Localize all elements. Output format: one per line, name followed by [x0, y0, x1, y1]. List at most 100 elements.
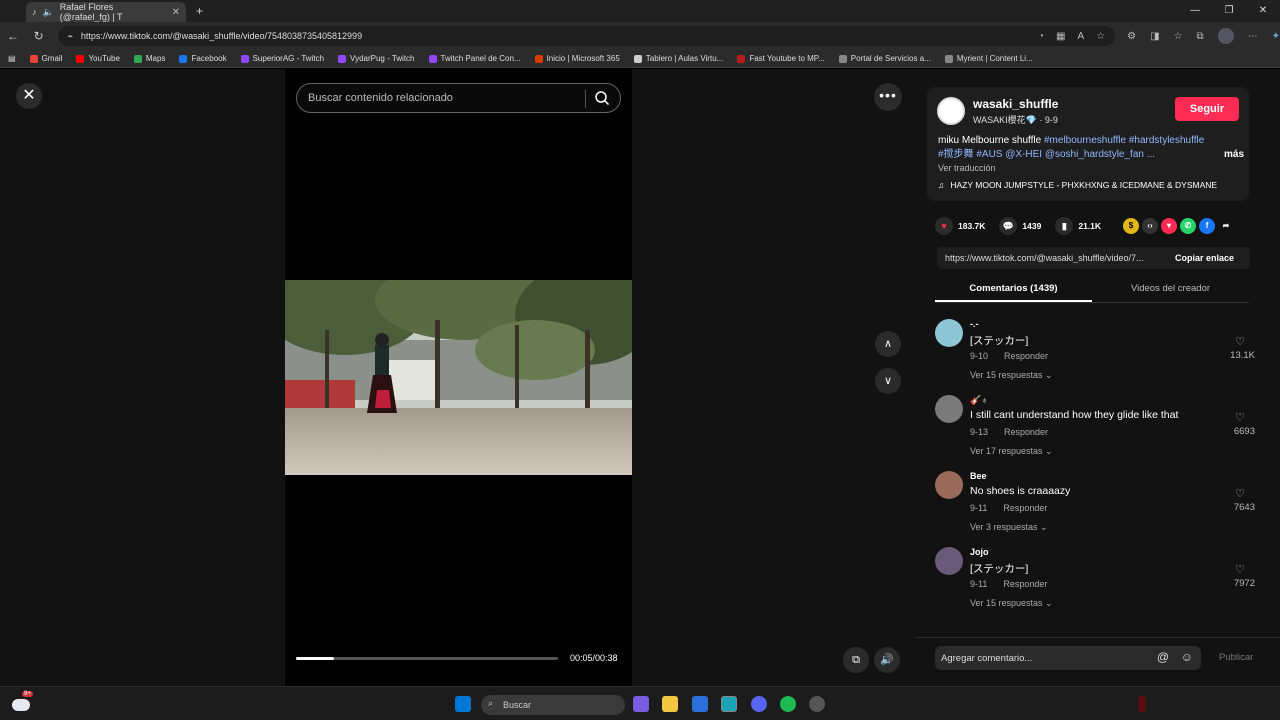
tab-comments[interactable]: Comentarios (1439) — [935, 279, 1092, 302]
floating-player-icon[interactable]: ⧉ — [843, 647, 869, 673]
view-replies-link[interactable]: Ver 17 respuestas ⌄ — [970, 446, 1053, 457]
bookmark-item[interactable]: Gmail — [29, 54, 62, 63]
speaker-icon[interactable]: 🔈 — [43, 7, 54, 18]
creator-username[interactable]: wasaki_shuffle — [973, 97, 1058, 111]
commenter-name[interactable]: Jojo — [970, 547, 989, 557]
save-action[interactable]: ▮ 21.1K — [1055, 217, 1101, 235]
collections-icon[interactable]: ⧉ — [1196, 31, 1203, 42]
translate-link[interactable]: Ver traducción — [938, 163, 996, 173]
comment-icon[interactable]: 💬 — [999, 217, 1018, 235]
publish-button[interactable]: Publicar — [1219, 652, 1253, 663]
music-link[interactable]: ♫ HAZY MOON JUMPSTYLE - PHXKHXNG & ICEDM… — [938, 180, 1217, 190]
taskbar-search[interactable]: ⌕ Buscar — [481, 695, 625, 715]
bookmark-item[interactable]: Fast Youtube to MP... — [737, 54, 825, 63]
comment-like-icon[interactable]: ♡ — [1235, 411, 1245, 424]
favorites-icon[interactable]: ☆ — [1174, 31, 1183, 42]
back-icon[interactable]: ← — [0, 29, 26, 43]
new-tab-button[interactable]: + — [196, 4, 203, 18]
caption-more-link[interactable]: más — [1224, 148, 1244, 162]
site-info-icon[interactable]: ⌁ — [68, 31, 73, 42]
bookmark-item[interactable]: YouTube — [76, 54, 120, 63]
bookmark-item[interactable]: Facebook — [179, 54, 227, 63]
video-progress-bar[interactable] — [296, 657, 558, 660]
reply-button[interactable]: Responder — [1004, 427, 1048, 437]
creator-avatar[interactable] — [937, 97, 965, 125]
windows-start-icon[interactable] — [455, 696, 471, 712]
reply-button[interactable]: Responder — [1003, 579, 1047, 589]
more-options-button[interactable]: ••• — [874, 83, 902, 111]
repost-icon[interactable]: ▾ — [1161, 218, 1178, 234]
file-explorer-icon[interactable] — [662, 696, 678, 712]
edge-icon[interactable] — [721, 696, 737, 712]
commenter-name[interactable]: 🎸♁ — [970, 395, 988, 406]
reply-button[interactable]: Responder — [1004, 351, 1048, 361]
comment-like-icon[interactable]: ♡ — [1235, 335, 1245, 348]
reload-icon[interactable]: ↻ — [26, 29, 52, 43]
restore-icon[interactable]: ❐ — [1212, 0, 1246, 22]
bookmark-item[interactable]: Tablero | Aulas Virtu... — [633, 54, 723, 63]
menu-icon[interactable]: ⋯ — [1248, 31, 1258, 42]
facebook-icon[interactable]: f — [1199, 218, 1216, 234]
copilot-icon[interactable]: ✦ — [1272, 31, 1280, 42]
embed-icon[interactable]: ‹› — [1142, 218, 1159, 234]
commenter-avatar[interactable] — [935, 547, 963, 575]
tab-creator-videos[interactable]: Videos del creador — [1092, 279, 1249, 302]
tray-icon[interactable] — [1138, 696, 1146, 712]
bookmark-item[interactable]: Portal de Servicios a... — [838, 54, 931, 63]
commenter-name[interactable]: -.- — [970, 319, 979, 329]
commenter-name[interactable]: Bee — [970, 471, 987, 481]
share-arrow-icon[interactable]: ➦ — [1218, 218, 1234, 234]
video-frame[interactable] — [285, 280, 632, 475]
spotify-icon[interactable] — [780, 696, 796, 712]
copy-link-button[interactable]: Copiar enlace — [1167, 253, 1234, 263]
notification-icon[interactable]: ◔ — [1038, 31, 1044, 42]
copilot-taskbar-icon[interactable] — [633, 696, 649, 712]
read-aloud-icon[interactable]: A — [1077, 31, 1084, 42]
comment-action[interactable]: 💬 1439 — [999, 217, 1041, 235]
comment-like-icon[interactable]: ♡ — [1235, 487, 1245, 500]
discord-icon[interactable] — [751, 696, 767, 712]
close-video-button[interactable]: ✕ — [16, 83, 42, 109]
emoji-icon[interactable]: ☺ — [1181, 650, 1193, 664]
volume-icon[interactable]: 🔊 — [874, 647, 900, 673]
bookmark-item[interactable]: Myrient | Content Li... — [944, 54, 1033, 63]
bookmark-item[interactable]: VydarPug - Twitch — [338, 54, 415, 63]
weather-icon[interactable]: 9+ — [12, 691, 33, 713]
commenter-avatar[interactable] — [935, 471, 963, 499]
steam-icon[interactable] — [809, 696, 825, 712]
bookmark-icon[interactable]: ▮ — [1055, 217, 1074, 235]
apps-icon[interactable]: ▦ — [1056, 31, 1065, 42]
related-search-input[interactable]: Buscar contenido relacionado — [296, 83, 621, 113]
next-video-button[interactable]: ∨ — [875, 368, 901, 394]
whatsapp-icon[interactable]: ✆ — [1180, 218, 1197, 234]
bookmark-item[interactable]: SuperiorAG - Twitch — [240, 54, 324, 63]
caption-hashtags[interactable]: #melbourneshuffle #hardstyleshuffle — [1044, 135, 1204, 146]
like-action[interactable]: ♥ 183.7K — [935, 217, 985, 235]
view-replies-link[interactable]: Ver 15 respuestas ⌄ — [970, 370, 1053, 381]
mention-icon[interactable]: @ — [1157, 650, 1169, 664]
minimize-icon[interactable]: — — [1178, 0, 1212, 22]
star-icon[interactable]: ☆ — [1096, 31, 1105, 42]
coin-share-icon[interactable]: $ — [1123, 218, 1140, 234]
previous-video-button[interactable]: ∧ — [875, 331, 901, 357]
store-icon[interactable] — [692, 696, 708, 712]
bookmarks-folder-icon[interactable]: ▤ — [8, 54, 16, 63]
extension-icon[interactable]: ⚙ — [1127, 31, 1136, 42]
search-icon[interactable] — [594, 90, 610, 106]
close-window-icon[interactable]: ✕ — [1246, 0, 1280, 22]
follow-button[interactable]: Seguir — [1175, 97, 1239, 121]
bookmark-item[interactable]: Twitch Panel de Con... — [428, 54, 521, 63]
commenter-avatar[interactable] — [935, 319, 963, 347]
view-replies-link[interactable]: Ver 15 respuestas ⌄ — [970, 598, 1053, 609]
browser-tab[interactable]: ♪ 🔈 Rafael Flores (@rafael_fg) | T ✕ — [26, 2, 186, 22]
profile-avatar[interactable] — [1217, 28, 1234, 44]
caption-hashtags-2[interactable]: #搅步舞 #AUS @X-HEI @soshi_hardstyle_fan ..… — [938, 149, 1155, 160]
bookmark-item[interactable]: Inicio | Microsoft 365 — [534, 54, 620, 63]
commenter-avatar[interactable] — [935, 395, 963, 423]
comment-input[interactable]: Agregar comentario... @ ☺ — [935, 646, 1201, 670]
split-screen-icon[interactable]: ◨ — [1150, 31, 1159, 42]
share-link-text[interactable]: https://www.tiktok.com/@wasaki_shuffle/v… — [937, 253, 1167, 263]
bookmark-item[interactable]: Maps — [133, 54, 165, 63]
reply-button[interactable]: Responder — [1003, 503, 1047, 513]
url-field[interactable]: ⌁ https://www.tiktok.com/@wasaki_shuffle… — [57, 26, 1116, 46]
